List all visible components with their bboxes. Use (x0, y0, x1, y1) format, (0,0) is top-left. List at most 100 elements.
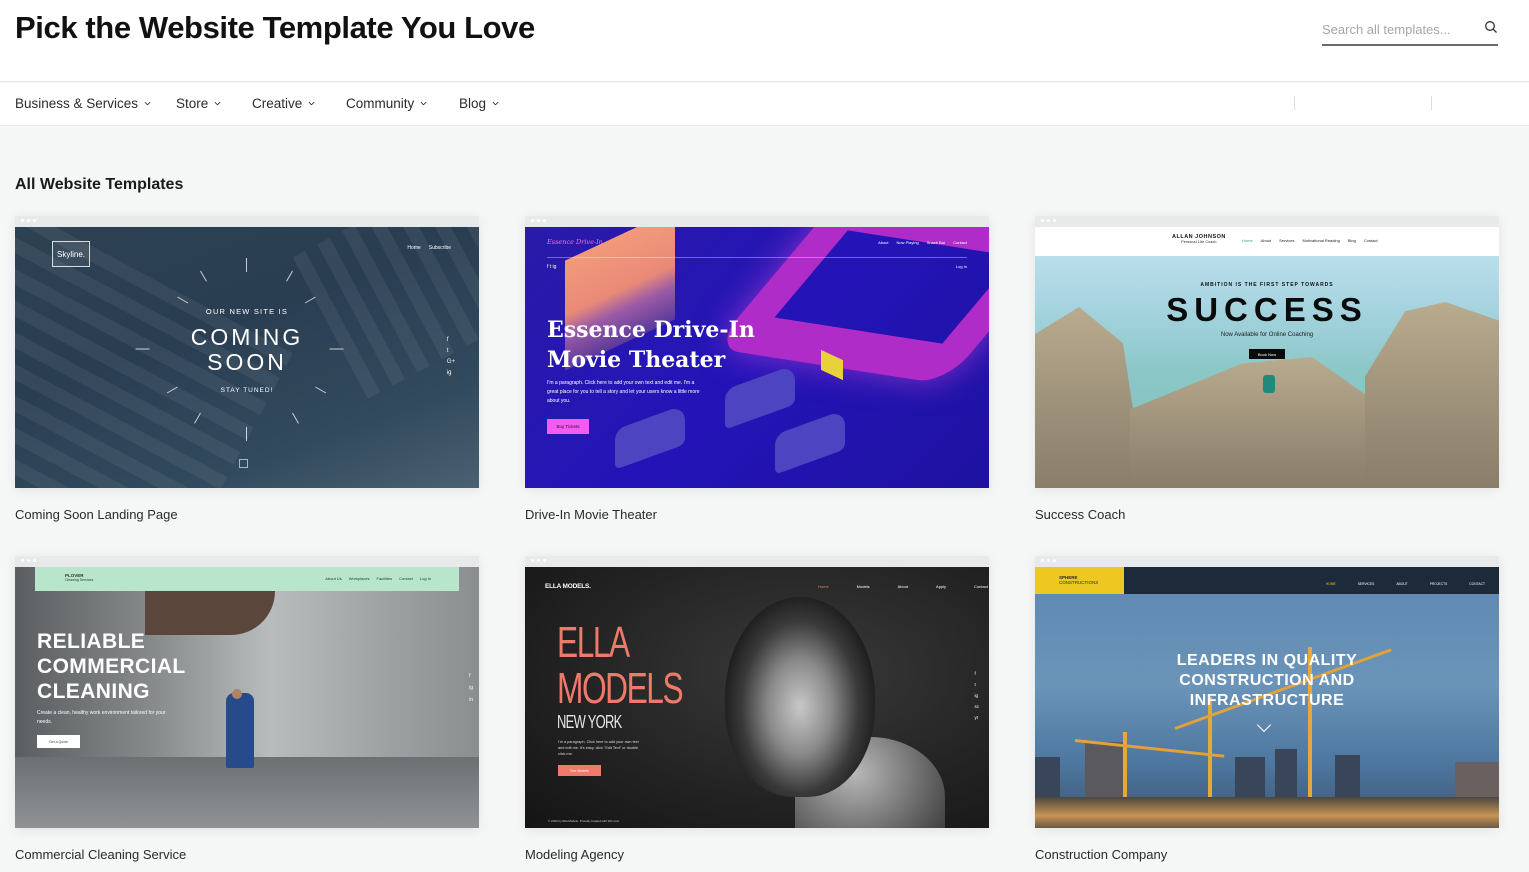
nav-item-store[interactable]: Store (176, 96, 221, 111)
preview-title: Essence Drive-In Movie Theater (547, 317, 755, 373)
nav-item-label: Business & Services (15, 96, 139, 111)
chevron-down-icon (308, 101, 315, 106)
category-nav: Business & Services Store Creative Commu… (0, 83, 1529, 126)
search-box[interactable] (1322, 14, 1498, 46)
preview-title: COMING SOON (190, 324, 304, 375)
template-preview: PLOVER Cleaning Services About Us Workplac… (15, 567, 479, 828)
browser-bar (1035, 216, 1499, 227)
preview-social-icons: f t G+ ig (447, 337, 455, 376)
nav-item-label: Store (176, 96, 209, 111)
preview-pretitle: AMBITION IS THE FIRST STEP TOWARDS (1200, 282, 1334, 288)
preview-paragraph: Create a clean, healthy work environment… (37, 710, 166, 725)
nav-item-creative[interactable]: Creative (252, 96, 315, 111)
search-icon[interactable] (1484, 20, 1498, 34)
page-title: Pick the Website Template You Love (15, 10, 535, 45)
preview-nav: About Us Workplaces Facilities Contact Log I… (325, 576, 431, 581)
preview-brand: PLOVER Cleaning Services (65, 573, 94, 582)
chevron-down-icon (1256, 717, 1272, 733)
chevron-down-icon (420, 101, 427, 106)
preview-title: RELIABLE COMMERCIAL CLEANING (37, 630, 186, 703)
template-preview: Skyline. Home Subscribe OUR NEW SITE IS C… (15, 227, 479, 488)
chevron-down-icon (492, 101, 499, 106)
facebook-icon: f (974, 671, 976, 676)
preview-logo: Essence Drive-In (547, 238, 603, 246)
preview-paragraph: I'm a paragraph. Click here to add your … (558, 740, 639, 756)
template-preview: Essence Drive-In About Now Playing Snack B… (525, 227, 989, 488)
preview-city: NEW YORK (557, 712, 622, 732)
preview-login: Log In (955, 264, 967, 269)
facebook-icon: f (469, 673, 471, 679)
section-title: All Website Templates (15, 176, 184, 193)
template-preview: ELLA MODELS. Home Models About Apply Contact… (525, 567, 989, 828)
template-card-drive-in[interactable]: Essence Drive-In About Now Playing Snack B… (525, 216, 989, 522)
browser-bar (525, 556, 989, 567)
linkedin-icon: in (469, 697, 473, 703)
instagram-icon: ig (446, 370, 452, 376)
preview-logo: ELLA MODELS. (545, 583, 591, 590)
template-name[interactable]: Coming Soon Landing Page (15, 507, 479, 522)
nav-item-blog[interactable]: Blog (459, 96, 499, 111)
preview-nav: Home Models About Apply Contact (818, 584, 988, 589)
preview-subtitle: Now Available for Online Coaching (1220, 332, 1314, 338)
template-thumbnail[interactable]: SPHERE CONSTRUCTIONS HOME SERVICES ABOUT PRO… (1035, 556, 1499, 828)
nav-item-label: Blog (459, 96, 487, 111)
google-plus-icon: G+ (446, 359, 455, 365)
nav-item-label: Creative (252, 96, 303, 111)
browser-bar (15, 216, 479, 227)
preview-brand: ALLAN JOHNSON Personal Life Coach (1172, 234, 1226, 244)
template-thumbnail[interactable]: Essence Drive-In About Now Playing Snack B… (525, 216, 989, 488)
scroll-down-icon (239, 459, 248, 468)
nav-item-community[interactable]: Community (346, 96, 427, 111)
preview-social-icons: f t ig (547, 264, 557, 270)
search-input[interactable] (1322, 18, 1472, 40)
nav-divider (1431, 96, 1432, 110)
preview-title: ELLA MODELS (557, 618, 684, 713)
preview-button: Get a Quote (37, 735, 80, 748)
browser-bar (525, 216, 989, 227)
preview-button: Buy Tickets (547, 419, 589, 434)
template-name[interactable]: Success Coach (1035, 507, 1499, 522)
preview-social-icons: f ig in (469, 673, 473, 703)
template-card-success-coach[interactable]: ALLAN JOHNSON Personal Life Coach Home Abo… (1035, 216, 1499, 522)
browser-bar (15, 556, 479, 567)
template-card-modeling-agency[interactable]: ELLA MODELS. Home Models About Apply Contact… (525, 556, 989, 862)
preview-social-icons: f t ig sc yt (975, 671, 980, 720)
template-preview: SPHERE CONSTRUCTIONS HOME SERVICES ABOUT PRO… (1035, 567, 1499, 828)
facebook-icon: f (446, 337, 449, 343)
template-card-commercial-cleaning[interactable]: PLOVER Cleaning Services About Us Workplac… (15, 556, 479, 862)
template-name[interactable]: Drive-In Movie Theater (525, 507, 989, 522)
template-name[interactable]: Construction Company (1035, 847, 1499, 862)
instagram-icon: ig (469, 685, 473, 691)
template-thumbnail[interactable]: ELLA MODELS. Home Models About Apply Contact… (525, 556, 989, 828)
template-thumbnail[interactable]: ALLAN JOHNSON Personal Life Coach Home Abo… (1035, 216, 1499, 488)
preview-title: SUCCESS (1166, 291, 1368, 328)
youtube-icon: yt (974, 715, 979, 720)
preview-nav: Home Subscribe (407, 245, 451, 251)
twitter-icon: t (974, 682, 976, 687)
chevron-down-icon (144, 101, 151, 106)
template-name[interactable]: Modeling Agency (525, 847, 989, 862)
template-preview: ALLAN JOHNSON Personal Life Coach Home Abo… (1035, 227, 1499, 488)
twitter-icon: t (446, 348, 449, 354)
preview-nav: Home About Services Motivational Reading Blo… (1242, 238, 1378, 243)
preview-paragraph: I'm a paragraph. Click here to add your … (547, 380, 700, 404)
nav-item-label: Community (346, 96, 415, 111)
template-thumbnail[interactable]: PLOVER Cleaning Services About Us Workplac… (15, 556, 479, 828)
nav-item-business-services[interactable]: Business & Services (15, 96, 151, 111)
template-card-construction[interactable]: SPHERE CONSTRUCTIONS HOME SERVICES ABOUT PRO… (1035, 556, 1499, 862)
chevron-down-icon (214, 101, 221, 106)
template-card-coming-soon[interactable]: Skyline. Home Subscribe OUR NEW SITE IS C… (15, 216, 479, 522)
preview-brand: SPHERE CONSTRUCTIONS (1059, 575, 1099, 585)
template-thumbnail[interactable]: Skyline. Home Subscribe OUR NEW SITE IS C… (15, 216, 479, 488)
snapchat-icon: sc (974, 704, 980, 709)
instagram-icon: ig (974, 693, 979, 698)
template-name[interactable]: Commercial Cleaning Service (15, 847, 479, 862)
preview-button: Book Now (1249, 349, 1285, 359)
preview-button: See Models (558, 765, 601, 776)
preview-pretitle: OUR NEW SITE IS (205, 307, 289, 316)
browser-bar (1035, 556, 1499, 567)
preview-title: LEADERS IN QUALITY CONSTRUCTION AND INFRAS… (1176, 652, 1358, 709)
header: Pick the Website Template You Love (0, 0, 1529, 82)
preview-subtitle: STAY TUNED! (220, 387, 274, 394)
nav-divider (1294, 96, 1295, 110)
